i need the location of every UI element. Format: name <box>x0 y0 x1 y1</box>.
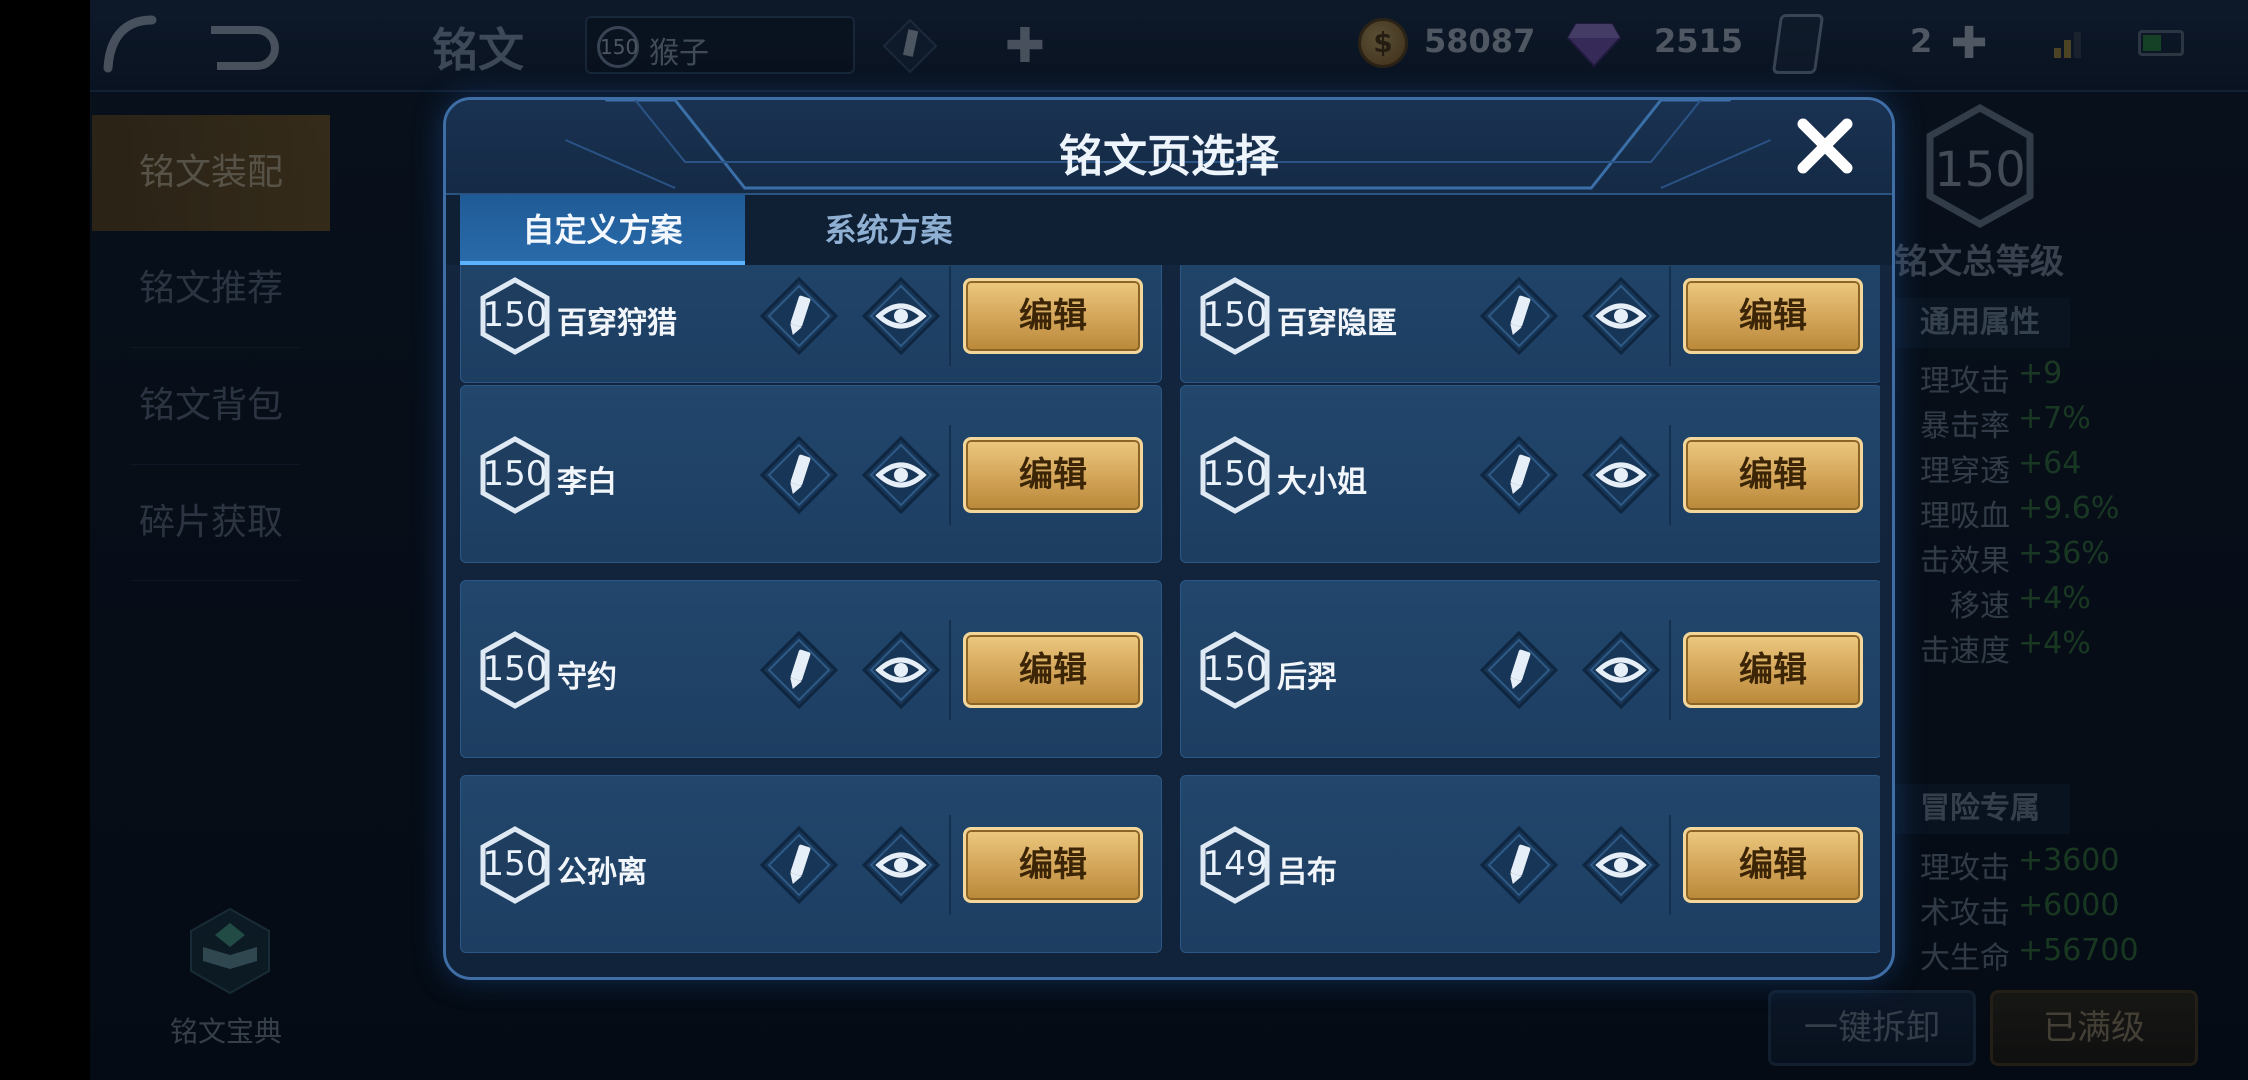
tab-system[interactable]: 系统方案 <box>746 195 1031 265</box>
card-divider <box>949 266 951 366</box>
edit-button[interactable]: 编辑 <box>963 278 1143 354</box>
card-divider <box>1669 425 1671 525</box>
page-name: 守约 <box>557 660 617 695</box>
edit-button[interactable]: 编辑 <box>963 632 1143 708</box>
card-divider <box>1669 815 1671 915</box>
card-divider <box>949 425 951 525</box>
rename-pen-icon[interactable] <box>1479 435 1559 515</box>
dialog-header: 铭文页选择 <box>446 100 1892 195</box>
tab-custom[interactable]: 自定义方案 <box>460 195 745 265</box>
dialog-tabs: 自定义方案 系统方案 <box>446 195 1892 265</box>
rename-pen-icon[interactable] <box>759 825 839 905</box>
card-divider <box>1669 266 1671 366</box>
rune-page-card[interactable]: 149 吕布 编辑 <box>1180 775 1880 953</box>
page-level: 150 <box>1202 649 1268 689</box>
card-divider <box>1669 620 1671 720</box>
dialog-title: 铭文页选择 <box>1059 131 1279 182</box>
rune-page-select-dialog: 铭文页选择 自定义方案 系统方案 150 百穿狩猎 编辑 150 百穿隐匿 编辑 150 李白… <box>443 97 1895 980</box>
rune-page-card[interactable]: 150 百穿隐匿 编辑 <box>1180 265 1880 383</box>
edit-button[interactable]: 编辑 <box>1683 437 1863 513</box>
page-name: 百穿狩猎 <box>557 306 677 341</box>
preview-eye-icon[interactable] <box>861 435 941 515</box>
rename-pen-icon[interactable] <box>759 276 839 356</box>
edit-button[interactable]: 编辑 <box>1683 278 1863 354</box>
card-divider <box>949 815 951 915</box>
page-level: 150 <box>482 295 548 335</box>
page-name: 百穿隐匿 <box>1277 306 1397 341</box>
preview-eye-icon[interactable] <box>861 276 941 356</box>
preview-eye-icon[interactable] <box>1581 435 1661 515</box>
rune-page-list[interactable]: 150 百穿狩猎 编辑 150 百穿隐匿 编辑 150 李白 编辑 150 大小姐 编辑 150 守约 编辑… <box>460 265 1880 970</box>
page-name: 吕布 <box>1277 855 1337 890</box>
rename-pen-icon[interactable] <box>1479 825 1559 905</box>
page-name: 公孙离 <box>557 855 647 890</box>
preview-eye-icon[interactable] <box>861 630 941 710</box>
preview-eye-icon[interactable] <box>1581 630 1661 710</box>
edit-button[interactable]: 编辑 <box>963 827 1143 903</box>
edit-button[interactable]: 编辑 <box>1683 632 1863 708</box>
rename-pen-icon[interactable] <box>759 435 839 515</box>
rune-page-card[interactable]: 150 百穿狩猎 编辑 <box>460 265 1162 383</box>
page-level: 150 <box>482 454 548 494</box>
rename-pen-icon[interactable] <box>1479 630 1559 710</box>
page-level: 150 <box>482 844 548 884</box>
preview-eye-icon[interactable] <box>861 825 941 905</box>
rename-pen-icon[interactable] <box>759 630 839 710</box>
rune-page-card[interactable]: 150 守约 编辑 <box>460 580 1162 758</box>
preview-eye-icon[interactable] <box>1581 825 1661 905</box>
rune-page-card[interactable]: 150 大小姐 编辑 <box>1180 385 1880 563</box>
page-name: 李白 <box>557 465 617 500</box>
rename-pen-icon[interactable] <box>1479 276 1559 356</box>
rune-page-card[interactable]: 150 后羿 编辑 <box>1180 580 1880 758</box>
preview-eye-icon[interactable] <box>1581 276 1661 356</box>
page-name: 后羿 <box>1277 660 1337 695</box>
page-level: 150 <box>1202 454 1268 494</box>
edit-button[interactable]: 编辑 <box>963 437 1143 513</box>
close-icon[interactable] <box>1793 114 1857 178</box>
page-level: 150 <box>482 649 548 689</box>
rune-page-card[interactable]: 150 公孙离 编辑 <box>460 775 1162 953</box>
card-divider <box>949 620 951 720</box>
edit-button[interactable]: 编辑 <box>1683 827 1863 903</box>
rune-page-card[interactable]: 150 李白 编辑 <box>460 385 1162 563</box>
page-level: 149 <box>1202 844 1268 884</box>
page-name: 大小姐 <box>1277 465 1367 500</box>
page-level: 150 <box>1202 295 1268 335</box>
